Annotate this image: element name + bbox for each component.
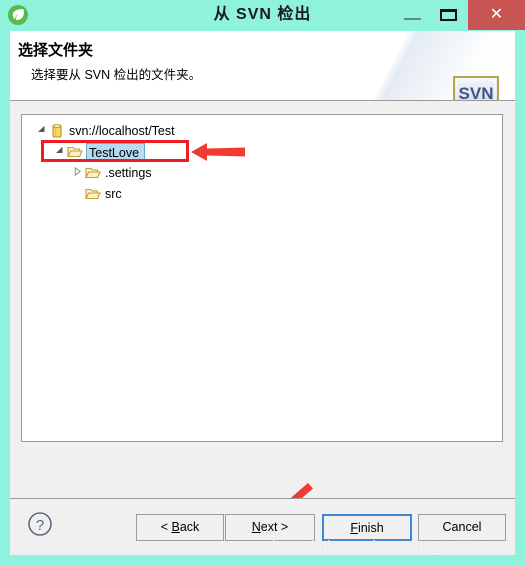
wizard-header: 选择文件夹 选择要从 SVN 检出的文件夹。 SVN (10, 31, 515, 101)
close-icon: ✕ (489, 6, 504, 23)
close-button[interactable]: ✕ (468, 0, 525, 30)
maximize-button[interactable] (430, 0, 468, 30)
expander-icon[interactable] (52, 142, 66, 162)
chevron-expanded-icon (37, 125, 44, 132)
folder-tree-panel[interactable]: svn://localhost/Test TestLove .settings … (21, 114, 503, 442)
open-folder-glyph (85, 167, 101, 179)
minimize-button[interactable] (396, 0, 430, 30)
open-folder-glyph (85, 188, 101, 200)
wizard-footer: ? < Back Next > Finish Cancel (10, 498, 515, 555)
expander-icon[interactable] (34, 121, 48, 141)
finish-button[interactable]: Finish (322, 514, 412, 541)
tree-node-label: TestLove (86, 143, 146, 161)
tree-node-testlove[interactable]: TestLove (22, 142, 502, 162)
next-label-post: ext > (260, 520, 289, 534)
finish-mnemonic: F (350, 521, 358, 535)
minimize-icon (404, 18, 421, 20)
open-folder-icon (67, 144, 83, 160)
repository-icon (49, 123, 65, 139)
back-label-pre: < (160, 520, 172, 534)
open-folder-glyph (67, 146, 83, 158)
back-button[interactable]: < Back (136, 514, 224, 541)
repository-glyph (52, 124, 62, 138)
chevron-collapsed-icon (74, 166, 81, 177)
svn-logo-icon: SVN (453, 76, 499, 101)
wizard-body: svn://localhost/Test TestLove .settings … (10, 101, 515, 498)
help-icon[interactable]: ? (27, 511, 53, 537)
finish-label-post: inish (357, 521, 384, 535)
tree-node-src[interactable]: src (22, 184, 502, 204)
cancel-button[interactable]: Cancel (418, 514, 506, 541)
tree-node-settings[interactable]: .settings (22, 163, 502, 183)
tree-node-label: src (105, 187, 122, 201)
page-title: 选择文件夹 (18, 42, 94, 59)
open-folder-icon (85, 165, 101, 181)
svg-text:?: ? (36, 517, 44, 534)
tree-node-label: svn://localhost/Test (69, 124, 175, 138)
chevron-expanded-icon (55, 146, 62, 153)
expander-icon[interactable] (70, 163, 84, 183)
tree-node-label: .settings (105, 166, 152, 180)
page-description: 选择要从 SVN 检出的文件夹。 (31, 68, 202, 82)
svg-text:SVN: SVN (459, 84, 494, 101)
back-mnemonic: B (171, 520, 180, 534)
svn-checkout-dialog: 从 SVN 检出 ✕ 选择文件夹 选择要从 SVN 检出的文件夹。 SVN sv… (0, 0, 525, 565)
next-button[interactable]: Next > (225, 514, 315, 541)
cancel-label-post: Cancel (442, 520, 482, 534)
open-folder-icon (85, 186, 101, 202)
tree-node-repository[interactable]: svn://localhost/Test (22, 121, 502, 141)
back-label-post: ack (179, 520, 200, 534)
next-mnemonic: N (251, 520, 261, 534)
title-bar: 从 SVN 检出 ✕ (0, 0, 525, 30)
maximize-icon (440, 9, 457, 21)
